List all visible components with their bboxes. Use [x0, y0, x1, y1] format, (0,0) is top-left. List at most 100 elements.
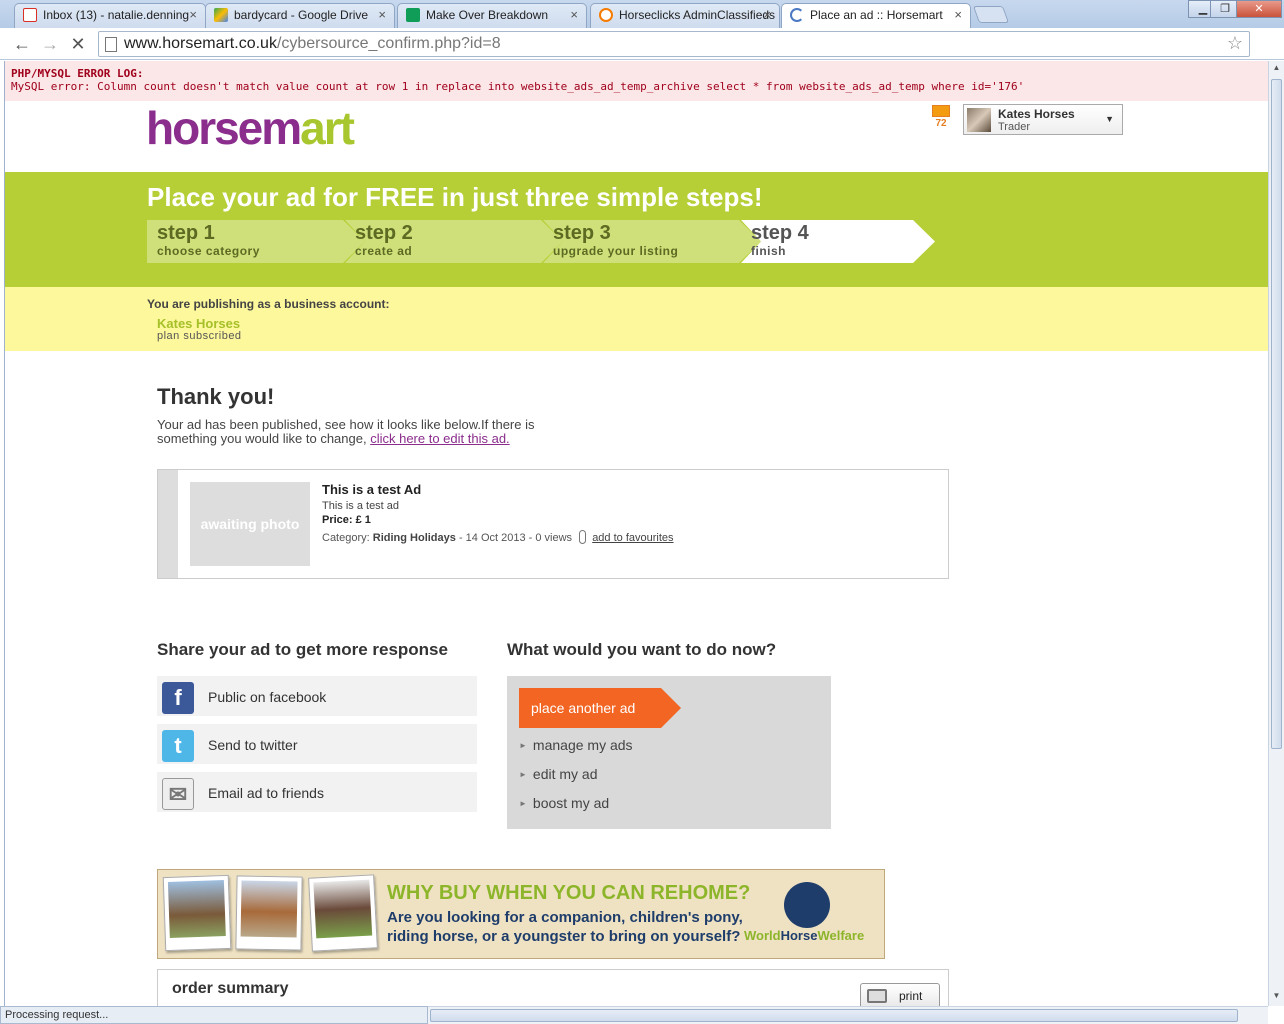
step-label: upgrade your listing	[553, 244, 679, 258]
print-button[interactable]: print	[860, 983, 940, 1006]
edit-ad-link[interactable]: click here to edit this ad.	[370, 431, 509, 446]
page-viewport: PHP/MYSQL ERROR LOG: MySQL error: Column…	[4, 61, 1268, 1006]
next-actions-panel: place another ad ► manage my ads ► edit my…	[507, 676, 831, 829]
next-actions-title: What would you want to do now?	[507, 640, 777, 659]
loading-icon	[790, 8, 804, 22]
banner-org-name: WorldHorseWelfare	[744, 928, 865, 943]
add-to-favourites-link[interactable]: add to favourites	[592, 532, 673, 544]
step-4: step 4 finish	[741, 220, 935, 263]
message-count: 72	[935, 118, 947, 129]
banner-photo	[235, 875, 303, 951]
browser-tab-gmail[interactable]: Inbox (13) - natalie.denning ×	[14, 3, 206, 28]
user-role: Trader	[998, 121, 1030, 133]
ad-photo-placeholder: awaiting photo	[190, 482, 310, 566]
banner-photo	[162, 874, 232, 952]
ad-description: This is a test ad	[322, 500, 400, 512]
share-twitter[interactable]: t Send to twitter	[157, 724, 477, 768]
account-name: Kates Horses	[157, 316, 241, 331]
close-tab-icon[interactable]: ×	[570, 4, 578, 26]
messages[interactable]: 72	[932, 105, 950, 133]
close-tab-icon[interactable]: ×	[378, 4, 386, 26]
close-tab-icon[interactable]: ×	[189, 4, 197, 26]
step-number: step 1	[157, 222, 215, 244]
browser-tab-bar: Inbox (13) - natalie.denning × bardycard…	[0, 0, 1284, 29]
order-summary: order summary print	[157, 969, 949, 1006]
back-arrow-icon[interactable]: ←	[10, 32, 34, 56]
stop-icon[interactable]: ✕	[66, 32, 90, 56]
twitter-icon: t	[162, 730, 194, 762]
close-window-button[interactable]: ✕	[1236, 0, 1282, 18]
share-email[interactable]: ✉ Email ad to friends	[157, 772, 477, 816]
scrollbar-thumb[interactable]	[430, 1009, 1238, 1022]
error-log: PHP/MYSQL ERROR LOG: MySQL error: Column…	[5, 61, 1268, 101]
scroll-up-icon[interactable]: ▲	[1271, 63, 1282, 75]
banner-photo	[308, 874, 378, 952]
browser-tab-sheet[interactable]: Make Over Breakdown ×	[397, 3, 587, 28]
user-menu[interactable]: Kates Horses Trader ▼	[963, 104, 1123, 135]
confirmation-text: Your ad has been published, see how it l…	[157, 417, 535, 446]
step-label: choose category	[157, 244, 260, 258]
ad-preview-bar	[158, 470, 178, 578]
steps-band: Place your ad for FREE in just three sim…	[5, 172, 1268, 287]
arrow-icon: ►	[519, 770, 527, 779]
share-label: Email ad to friends	[208, 785, 324, 801]
step-number: step 3	[553, 222, 611, 244]
user-name: Kates Horses	[998, 107, 1075, 121]
avatar	[967, 108, 991, 132]
envelope-icon: ✉	[162, 778, 194, 810]
forward-arrow-icon[interactable]: →	[38, 32, 62, 56]
url-text[interactable]: www.horsemart.co.uk/cybersource_confirm.…	[124, 35, 501, 53]
steps-headline: Place your ad for FREE in just three sim…	[147, 182, 763, 212]
arrow-icon: ►	[519, 799, 527, 808]
banner-text: Are you looking for a companion, childre…	[387, 909, 743, 945]
arrow-icon: ►	[519, 741, 527, 750]
ad-title[interactable]: This is a test Ad	[322, 482, 421, 497]
order-summary-title: order summary	[172, 980, 289, 997]
horse-head-logo-icon	[784, 882, 830, 928]
page-title: Thank you!	[157, 384, 275, 409]
place-another-ad-button[interactable]: place another ad	[519, 688, 681, 728]
browser-tab-drive[interactable]: bardycard - Google Drive ×	[205, 3, 395, 28]
boost-my-ad-link[interactable]: ► boost my ad	[519, 795, 609, 811]
vertical-scrollbar[interactable]: ▲ ▼	[1268, 61, 1284, 1006]
browser-tab-label: Make Over Breakdown	[426, 8, 549, 22]
close-tab-icon[interactable]: ×	[763, 4, 771, 26]
browser-tab-label: Horseclicks AdminClassifieds	[619, 8, 776, 22]
browser-tab-horseclicks[interactable]: Horseclicks AdminClassifieds ×	[590, 3, 780, 28]
error-log-title: PHP/MYSQL ERROR LOG:	[11, 67, 144, 80]
bookmark-star-icon[interactable]: ☆	[1227, 33, 1243, 54]
browser-tab-label: Place an ad :: Horsemart	[810, 8, 943, 22]
new-tab-button[interactable]	[972, 6, 1010, 23]
ad-price: Price: £ 1	[322, 514, 371, 526]
share-title: Share your ad to get more response	[157, 640, 448, 659]
step-2: step 2 create ad	[345, 220, 563, 263]
facebook-icon: f	[162, 682, 194, 714]
step-label: create ad	[355, 244, 413, 258]
ad-preview: awaiting photo This is a test Ad This is…	[157, 469, 949, 579]
address-bar[interactable]: www.horsemart.co.uk/cybersource_confirm.…	[98, 31, 1250, 57]
scrollbar-thumb[interactable]	[1271, 79, 1282, 749]
banner-headline: WHY BUY WHEN YOU CAN REHOME?	[387, 882, 751, 904]
horseshoe-icon	[599, 8, 613, 22]
share-facebook[interactable]: f Public on facebook	[157, 676, 477, 720]
publishing-as-label: You are publishing as a business account…	[147, 297, 390, 311]
ad-category: Riding Holidays	[372, 532, 456, 544]
scroll-down-icon[interactable]: ▼	[1271, 991, 1282, 1003]
error-log-message: MySQL error: Column count doesn't match …	[11, 80, 1025, 93]
world-horse-welfare-banner[interactable]: WHY BUY WHEN YOU CAN REHOME? Are you loo…	[157, 869, 885, 959]
close-tab-icon[interactable]: ×	[954, 4, 962, 26]
gmail-icon	[23, 8, 37, 22]
step-number: step 2	[355, 222, 413, 244]
step-3: step 3 upgrade your listing	[543, 220, 761, 263]
browser-tab-horsemart[interactable]: Place an ad :: Horsemart ×	[781, 3, 971, 29]
status-bar: Processing request...	[0, 1006, 428, 1024]
paperclip-icon	[579, 530, 587, 544]
page-icon	[105, 37, 117, 52]
printer-icon	[867, 989, 887, 1003]
share-label: Public on facebook	[208, 689, 327, 705]
edit-my-ad-link[interactable]: ► edit my ad	[519, 766, 598, 782]
google-drive-icon	[214, 8, 228, 22]
horsemart-logo[interactable]: horsemart	[146, 101, 355, 155]
manage-my-ads-link[interactable]: ► manage my ads	[519, 737, 633, 753]
step-1: step 1 choose category	[147, 220, 365, 263]
